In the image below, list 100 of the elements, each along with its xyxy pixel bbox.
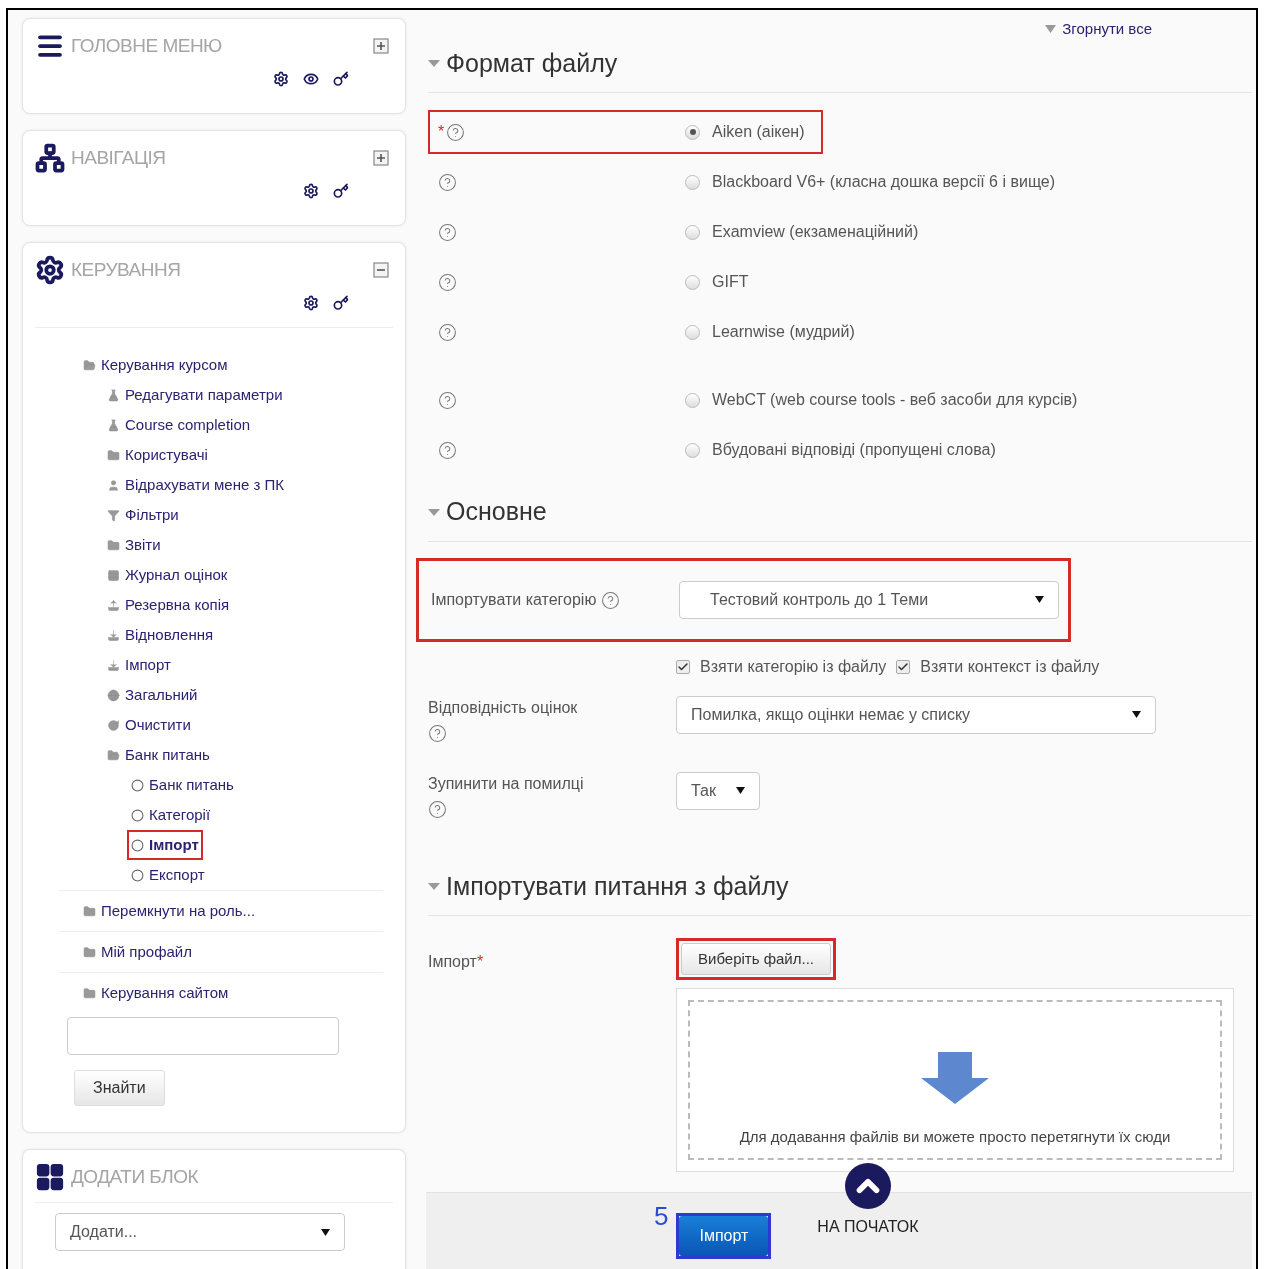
- radio-button[interactable]: [685, 324, 700, 340]
- help-icon[interactable]: [438, 322, 457, 342]
- tree-link[interactable]: Експорт: [149, 863, 205, 887]
- tree-link[interactable]: Резервна копія: [125, 593, 230, 617]
- block-title: НАВІГАЦІЯ: [71, 145, 166, 170]
- folder-icon: [107, 448, 120, 462]
- tree-link[interactable]: Категорії: [149, 803, 211, 827]
- settings-icon[interactable]: [303, 295, 319, 311]
- folder-icon: [83, 904, 96, 918]
- radio-label: Examview (екзаменаційний): [712, 222, 919, 242]
- required-mark: *: [476, 953, 484, 970]
- tree-link[interactable]: Перемкнути на роль...: [101, 899, 256, 923]
- tree-link[interactable]: Загальний: [125, 683, 198, 707]
- table-icon: [107, 568, 120, 582]
- drop-zone[interactable]: Для додавання файлів ви можете просто перетягнути їх сюди: [676, 988, 1234, 1172]
- flask-icon: [107, 418, 120, 432]
- search-button[interactable]: Знайти: [74, 1070, 165, 1106]
- tree-link[interactable]: Course completion: [125, 413, 251, 437]
- add-block-select[interactable]: Додати...: [55, 1213, 345, 1251]
- stop-select[interactable]: Так: [676, 771, 760, 810]
- circle-icon: [131, 838, 144, 852]
- checkbox-label: Взяти категорію із файлу: [700, 656, 887, 677]
- help-icon[interactable]: [600, 590, 620, 610]
- circle-icon: [131, 808, 144, 822]
- radio-button[interactable]: [685, 174, 700, 190]
- arrow-down-icon: [921, 1051, 989, 1104]
- radio-label: Вбудовані відповіді (пропущені слова): [712, 440, 996, 460]
- section-heading: Основне: [446, 496, 547, 527]
- field-label: Імпорт: [428, 953, 477, 970]
- radio-button[interactable]: [685, 124, 700, 140]
- category-select[interactable]: Тестовий контроль до 1 Теми: [679, 580, 1059, 619]
- tree-link[interactable]: Редагувати параметри: [125, 383, 283, 407]
- tree-link[interactable]: Відновлення: [125, 623, 214, 647]
- collapse-icon[interactable]: [373, 262, 389, 278]
- help-icon[interactable]: [438, 272, 457, 292]
- section-heading: Імпортувати питання з файлу: [446, 870, 789, 902]
- tree-link[interactable]: Банк питань: [125, 743, 210, 767]
- help-icon[interactable]: [438, 440, 457, 460]
- back-to-top-link[interactable]: НА ПОЧАТОК: [817, 1215, 919, 1239]
- field-label: Відповідність оцінок: [428, 697, 579, 718]
- radio-button[interactable]: [685, 224, 700, 240]
- checkbox-label: Взяти контекст із файлу: [920, 656, 1100, 677]
- caret-icon: [736, 787, 745, 794]
- checkbox[interactable]: [676, 659, 690, 674]
- drop-zone-hint: Для додавання файлів ви можете просто перетягнути їх сюди: [739, 1126, 1171, 1147]
- choose-file-button[interactable]: Виберіть файл...: [681, 943, 831, 975]
- caret-icon: [1035, 596, 1044, 603]
- radio-button[interactable]: [685, 442, 700, 458]
- grid-icon: [35, 1162, 65, 1192]
- tree-link[interactable]: Мій профайл: [101, 940, 192, 964]
- tree-link[interactable]: Звіти: [125, 533, 161, 557]
- radio-button[interactable]: [685, 392, 700, 408]
- radio-label: GIFT: [712, 272, 749, 292]
- flask-icon: [107, 388, 120, 402]
- help-icon[interactable]: [438, 222, 457, 242]
- block-title: ГОЛОВНЕ МЕНЮ: [71, 33, 222, 58]
- tree-link[interactable]: Фільтри: [125, 503, 179, 527]
- radio-label: Blackboard V6+ (класна дошка версії 6 і вище): [712, 172, 1056, 192]
- grades-select[interactable]: Помилка, якщо оцінки немає у списку: [676, 695, 1156, 734]
- step-number: 5: [654, 1200, 669, 1233]
- folder-open-icon: [107, 748, 120, 762]
- eye-icon[interactable]: [303, 71, 319, 87]
- import-button[interactable]: Імпорт: [679, 1216, 769, 1256]
- expand-icon[interactable]: [373, 38, 389, 54]
- tree-link[interactable]: Керування сайтом: [101, 981, 229, 1005]
- caret-icon: [321, 1228, 330, 1236]
- help-icon[interactable]: [438, 172, 457, 192]
- radio-button[interactable]: [685, 274, 700, 290]
- radio-label: WebCT (web course tools - веб засоби для курсів): [712, 390, 1078, 410]
- block-title: ДОДАТИ БЛОК: [71, 1164, 199, 1189]
- settings-icon[interactable]: [303, 183, 319, 199]
- sitemap-icon: [35, 143, 65, 173]
- help-icon[interactable]: [438, 390, 457, 410]
- folder-icon: [83, 945, 96, 959]
- search-field[interactable]: [67, 1017, 339, 1055]
- tree-link[interactable]: Керування курсом: [101, 353, 228, 377]
- key-icon[interactable]: [333, 71, 349, 87]
- expand-icon[interactable]: [373, 150, 389, 166]
- circle-icon: [131, 868, 144, 882]
- help-icon[interactable]: [446, 122, 466, 142]
- tree-link[interactable]: Банк питань: [149, 773, 234, 797]
- tree-link[interactable]: Журнал оцінок: [125, 563, 228, 587]
- tree-link[interactable]: Очистити: [125, 713, 191, 737]
- filter-icon: [107, 508, 120, 522]
- help-icon[interactable]: [428, 799, 447, 819]
- back-to-top-icon[interactable]: [844, 1163, 891, 1209]
- upload-icon: [107, 598, 120, 612]
- key-icon[interactable]: [333, 295, 349, 311]
- key-icon[interactable]: [333, 183, 349, 199]
- folder-icon: [107, 538, 120, 552]
- help-icon[interactable]: [428, 723, 447, 743]
- checkbox[interactable]: [896, 659, 911, 674]
- circle-icon: [131, 778, 144, 792]
- radio-label: Learnwise (мудрий): [712, 322, 855, 342]
- settings-icon[interactable]: [273, 71, 289, 87]
- tree-link[interactable]: Імпорт: [125, 653, 171, 677]
- tree-link[interactable]: Відрахувати мене з ПК: [125, 473, 285, 497]
- collapse-all-link[interactable]: Згорнути все: [1045, 18, 1152, 41]
- download-icon: [107, 628, 120, 642]
- tree-link[interactable]: Користувачі: [125, 443, 208, 467]
